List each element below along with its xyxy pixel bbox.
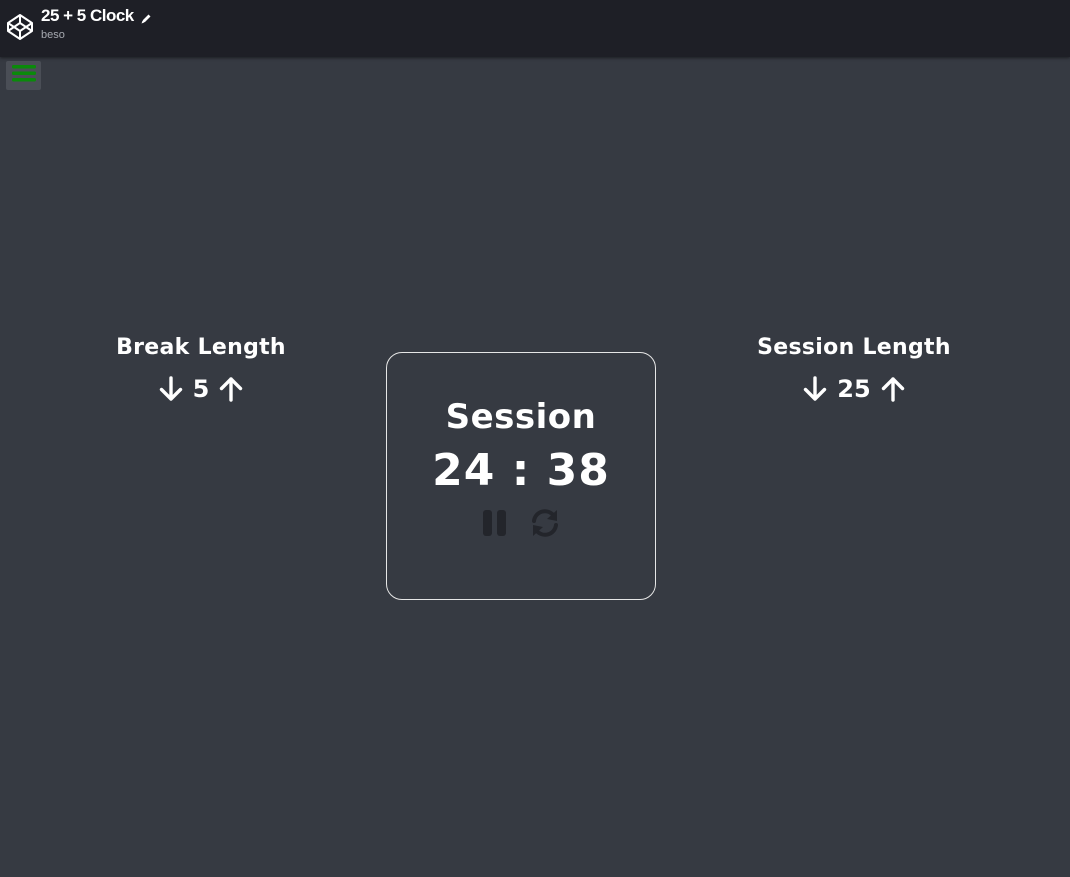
break-decrement-button[interactable] <box>158 375 184 403</box>
pen-title[interactable]: 25 + 5 Clock <box>41 6 152 26</box>
session-length-label: Session Length <box>757 335 951 360</box>
hamburger-menu-icon <box>11 63 36 88</box>
pause-icon <box>483 510 506 536</box>
session-length-value: 25 <box>837 375 871 403</box>
time-left: 24 : 38 <box>432 445 610 496</box>
session-increment-button[interactable] <box>880 375 906 403</box>
pencil-icon[interactable] <box>140 10 152 24</box>
arrow-down-icon <box>804 376 827 401</box>
timer-label: Session <box>445 397 597 437</box>
session-length-control: Session Length 25 <box>704 334 1004 403</box>
start-stop-button[interactable] <box>481 508 509 538</box>
arrow-down-icon <box>159 376 182 401</box>
arrow-up-icon <box>220 377 243 402</box>
top-bar: 25 + 5 Clock beso <box>0 0 1070 57</box>
session-decrement-button[interactable] <box>802 375 828 403</box>
break-length-label: Break Length <box>116 335 286 360</box>
menu-button[interactable] <box>6 61 41 90</box>
timer-panel: Session 24 : 38 <box>386 352 656 600</box>
arrow-up-icon <box>881 377 904 402</box>
refresh-icon <box>532 509 558 537</box>
break-length-control: Break Length 5 <box>51 334 351 403</box>
break-increment-button[interactable] <box>218 375 244 403</box>
codepen-logo-icon[interactable] <box>6 13 34 41</box>
pen-title-text: 25 + 5 Clock <box>41 6 134 25</box>
reset-button[interactable] <box>529 507 561 539</box>
break-length-value: 5 <box>192 375 210 403</box>
pen-author[interactable]: beso <box>41 29 65 41</box>
